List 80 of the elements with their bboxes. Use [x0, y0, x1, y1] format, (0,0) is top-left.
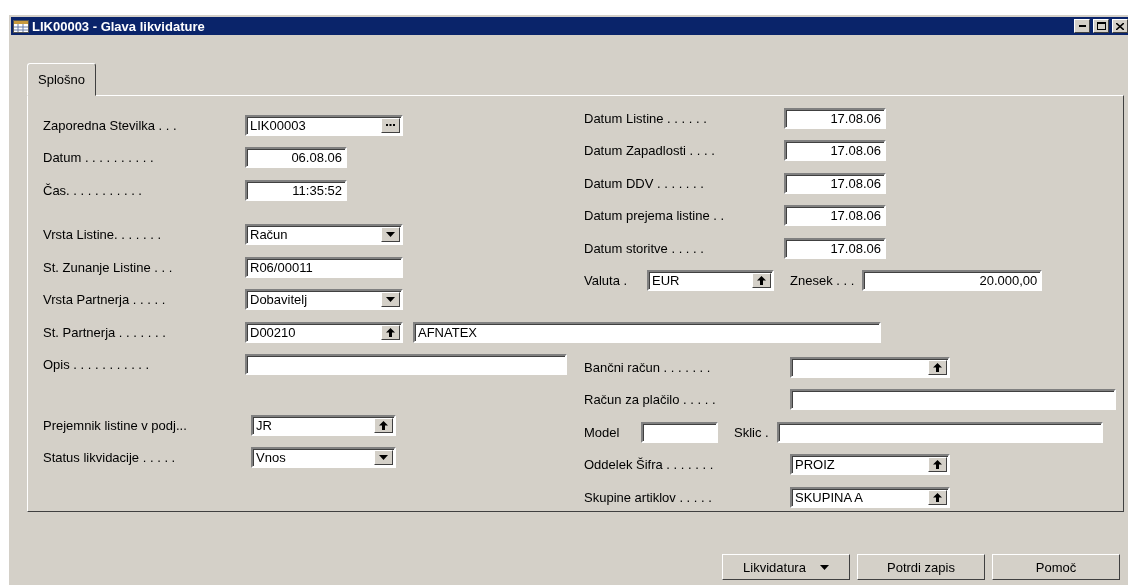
field-label: Čas. . . . . . . . . . .: [43, 182, 143, 198]
date-field[interactable]: 17.08.06: [784, 205, 886, 227]
field-label: Model: [584, 424, 621, 440]
field-label: Bančni račun . . . . . . .: [584, 359, 712, 375]
up-arrow-icon: [933, 362, 942, 372]
field-label: Oddelek Šifra . . . . . . .: [584, 457, 715, 473]
up-arrow-icon: [379, 420, 388, 430]
date-field[interactable]: 06.08.06: [245, 147, 347, 169]
input-field[interactable]: [790, 389, 1116, 411]
lookup-button[interactable]: [928, 457, 947, 473]
date-field[interactable]: 17.08.06: [784, 107, 886, 129]
dropdown-button[interactable]: [381, 292, 400, 308]
down-triangle-icon: [379, 455, 388, 461]
up-arrow-icon: [933, 492, 942, 502]
button[interactable]: Pomoč: [992, 554, 1120, 580]
field-label: Status likvidacije . . . . .: [43, 450, 177, 466]
date-field[interactable]: 17.08.06: [784, 172, 886, 194]
lookup-button[interactable]: [928, 359, 947, 375]
down-triangle-icon: [819, 564, 829, 570]
field-label: Prejemnik listine v podj...: [43, 417, 188, 433]
lookup-button[interactable]: [752, 273, 771, 289]
tab[interactable]: Splošno: [27, 63, 96, 96]
field-label: Datum DDV . . . . . . .: [584, 175, 705, 191]
input-field[interactable]: 20.000,00: [862, 270, 1043, 292]
minimize-icon: [1078, 25, 1086, 27]
close-button[interactable]: [1112, 19, 1128, 33]
field-label: Datum prejema listine . .: [584, 208, 726, 224]
field-label: Račun za plačilo . . . . .: [584, 392, 717, 408]
input-field[interactable]: AFNATEX: [413, 321, 881, 343]
date-field[interactable]: 17.08.06: [784, 237, 886, 259]
input-field[interactable]: LIK00003: [245, 114, 403, 136]
window-title: LIK00003 - Glava likvidature: [32, 18, 206, 34]
assist-button[interactable]: [381, 117, 400, 133]
input-field[interactable]: R06/00011: [245, 256, 403, 278]
field-label: Vrsta Listine. . . . . . .: [43, 227, 162, 243]
date-field[interactable]: 17.08.06: [784, 140, 886, 162]
dropdown-field[interactable]: Dobavitelj: [245, 289, 403, 311]
dropdown-button[interactable]: [374, 450, 393, 466]
field-label: Znesek . . .: [790, 273, 855, 289]
dropdown-button[interactable]: [381, 227, 400, 243]
up-arrow-icon: [386, 327, 395, 337]
ellipsis-icon: [386, 124, 395, 127]
input-field[interactable]: [776, 421, 1103, 443]
field-label: Valuta .: [584, 273, 629, 289]
field-label: Opis . . . . . . . . . . .: [43, 357, 151, 373]
minimize-button[interactable]: [1074, 19, 1090, 33]
input-field[interactable]: [641, 421, 718, 443]
lookup-button[interactable]: [928, 489, 947, 505]
field-label: Sklic .: [734, 424, 769, 440]
button[interactable]: Potrdi zapis: [857, 554, 985, 580]
date-field[interactable]: 11:35:52: [245, 179, 347, 201]
up-arrow-icon: [757, 276, 766, 286]
field-label: Datum storitve . . . . .: [584, 240, 705, 256]
field-label: Datum . . . . . . . . . .: [43, 150, 155, 166]
input-field[interactable]: [790, 356, 950, 378]
lookup-button[interactable]: [381, 324, 400, 340]
input-field[interactable]: SKUPINA A: [790, 486, 950, 508]
close-icon: [1116, 22, 1124, 30]
maximize-icon: [1096, 22, 1106, 30]
up-arrow-icon: [933, 460, 942, 470]
field-label: Datum Listine . . . . . .: [584, 110, 708, 126]
field-label: St. Zunanje Listine . . .: [43, 259, 174, 275]
down-triangle-icon: [386, 297, 395, 303]
dropdown-field[interactable]: Račun: [245, 224, 403, 246]
input-field[interactable]: PROIZ: [790, 454, 950, 476]
dropdown-field[interactable]: Vnos: [251, 447, 396, 469]
input-field[interactable]: JR: [251, 414, 396, 436]
field-label: Vrsta Partnerja . . . . .: [43, 292, 167, 308]
field-label: St. Partnerja . . . . . . .: [43, 324, 167, 340]
field-label: Zaporedna Stevilka . . .: [43, 117, 178, 133]
maximize-button[interactable]: [1093, 19, 1109, 33]
input-field[interactable]: [245, 354, 567, 376]
table-icon: [13, 19, 29, 33]
input-field[interactable]: EUR: [647, 270, 774, 292]
lookup-button[interactable]: [374, 417, 393, 433]
field-label: Datum Zapadlosti . . . .: [584, 143, 716, 159]
input-field[interactable]: D00210: [245, 321, 403, 343]
down-triangle-icon: [386, 232, 395, 238]
menu-button[interactable]: Likvidatura: [722, 554, 850, 580]
field-label: Skupine artiklov . . . . .: [584, 489, 713, 505]
